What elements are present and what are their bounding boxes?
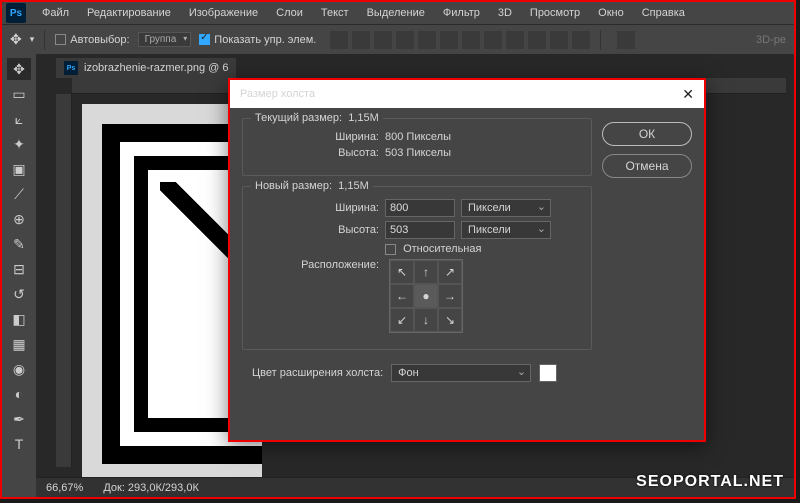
autoselect-target-select[interactable]: Группа xyxy=(138,32,192,47)
dialog-title: Размер холста xyxy=(240,88,315,100)
menu-bar: Ps Файл Редактирование Изображение Слои … xyxy=(2,2,794,24)
menu-text[interactable]: Текст xyxy=(313,4,357,22)
new-width-label: Ширина: xyxy=(253,202,379,214)
menu-image[interactable]: Изображение xyxy=(181,4,266,22)
history-brush-tool[interactable]: ↺ xyxy=(7,283,31,305)
move-tool-icon: ✥ xyxy=(10,31,22,48)
anchor-grid[interactable]: ↖↑↗ ←●→ ↙↓↘ xyxy=(389,259,463,333)
anchor-nw[interactable]: ↖ xyxy=(390,260,414,284)
magic-wand-tool[interactable]: ✦ xyxy=(7,133,31,155)
align-icon[interactable] xyxy=(440,31,458,49)
extension-color-swatch[interactable] xyxy=(539,364,557,382)
align-icon[interactable] xyxy=(484,31,502,49)
align-icon[interactable] xyxy=(396,31,414,49)
document-filename: izobrazhenie-razmer.png @ 6 xyxy=(84,62,228,74)
distribute-icon[interactable] xyxy=(617,31,635,49)
lasso-tool[interactable]: ⟀ xyxy=(7,108,31,130)
canvas-size-dialog: Размер холста ✕ Текущий размер: 1,15M Ши… xyxy=(228,78,706,442)
zoom-level[interactable]: 66,67% xyxy=(46,482,83,494)
dialog-titlebar[interactable]: Размер холста ✕ xyxy=(230,80,704,108)
ok-button[interactable]: ОК xyxy=(602,122,692,146)
current-height-label: Высота: xyxy=(253,147,379,159)
menu-3d[interactable]: 3D xyxy=(490,4,520,22)
clone-stamp-tool[interactable]: ⊟ xyxy=(7,258,31,280)
align-icon[interactable] xyxy=(550,31,568,49)
cancel-button[interactable]: Отмена xyxy=(602,154,692,178)
chevron-down-icon[interactable]: ▾ xyxy=(30,34,35,45)
autoselect-checkbox[interactable]: Автовыбор: xyxy=(55,34,129,46)
ps-file-icon: Ps xyxy=(64,61,78,75)
vertical-ruler[interactable] xyxy=(56,94,72,467)
watermark: SEOPORTAL.NET xyxy=(636,473,784,491)
anchor-e[interactable]: → xyxy=(438,284,462,308)
current-width-label: Ширина: xyxy=(253,131,379,143)
anchor-sw[interactable]: ↙ xyxy=(390,308,414,332)
move-tool[interactable]: ✥ xyxy=(7,58,31,80)
relative-checkbox[interactable]: Относительная xyxy=(385,243,481,255)
align-icon[interactable] xyxy=(330,31,348,49)
mode-3d-label[interactable]: 3D-ре xyxy=(756,34,786,46)
menu-select[interactable]: Выделение xyxy=(359,4,433,22)
anchor-se[interactable]: ↘ xyxy=(438,308,462,332)
menu-file[interactable]: Файл xyxy=(34,4,77,22)
eyedropper-tool[interactable]: ⟋ xyxy=(7,183,31,205)
options-bar: ✥ ▾ Автовыбор: Группа Показать упр. элем… xyxy=(2,24,794,54)
align-icon[interactable] xyxy=(528,31,546,49)
brush-tool[interactable]: ✎ xyxy=(7,233,31,255)
marquee-tool[interactable]: ▭ xyxy=(7,83,31,105)
crop-tool[interactable]: ▣ xyxy=(7,158,31,180)
menu-edit[interactable]: Редактирование xyxy=(79,4,179,22)
menu-filter[interactable]: Фильтр xyxy=(435,4,488,22)
width-unit-select[interactable]: Пиксели xyxy=(461,199,551,217)
align-icon[interactable] xyxy=(572,31,590,49)
blur-tool[interactable]: ◉ xyxy=(7,358,31,380)
anchor-n[interactable]: ↑ xyxy=(414,260,438,284)
gradient-tool[interactable]: ▦ xyxy=(7,333,31,355)
tools-panel: ✥ ▭ ⟀ ✦ ▣ ⟋ ⊕ ✎ ⊟ ↺ ◧ ▦ ◉ ◐ ✒ T xyxy=(2,54,36,497)
current-width-value: 800 Пикселы xyxy=(385,131,451,143)
align-icon[interactable] xyxy=(374,31,392,49)
show-controls-checkbox[interactable]: Показать упр. элем. xyxy=(199,34,316,46)
close-icon[interactable]: ✕ xyxy=(682,86,694,103)
anchor-center[interactable]: ● xyxy=(414,284,438,308)
current-height-value: 503 Пикселы xyxy=(385,147,451,159)
extension-color-select[interactable]: Фон xyxy=(391,364,531,382)
eraser-tool[interactable]: ◧ xyxy=(7,308,31,330)
anchor-w[interactable]: ← xyxy=(390,284,414,308)
align-icon[interactable] xyxy=(462,31,480,49)
extension-color-label: Цвет расширения холста: xyxy=(252,367,383,379)
anchor-ne[interactable]: ↗ xyxy=(438,260,462,284)
healing-brush-tool[interactable]: ⊕ xyxy=(7,208,31,230)
align-icon[interactable] xyxy=(506,31,524,49)
doc-size[interactable]: Док: 293,0К/293,0К xyxy=(103,482,199,494)
new-height-label: Высота: xyxy=(253,224,379,236)
anchor-label: Расположение: xyxy=(253,259,379,271)
pen-tool[interactable]: ✒ xyxy=(7,408,31,430)
new-size-group: Новый размер: 1,15M Ширина: Пиксели Высо… xyxy=(242,186,592,350)
align-icon[interactable] xyxy=(418,31,436,49)
app-logo: Ps xyxy=(6,3,26,23)
menu-layers[interactable]: Слои xyxy=(268,4,311,22)
menu-view[interactable]: Просмотр xyxy=(522,4,588,22)
menu-help[interactable]: Справка xyxy=(634,4,693,22)
type-tool[interactable]: T xyxy=(7,433,31,455)
height-input[interactable] xyxy=(385,221,455,239)
dodge-tool[interactable]: ◐ xyxy=(7,383,31,405)
align-buttons xyxy=(330,31,590,49)
menu-window[interactable]: Окно xyxy=(590,4,632,22)
current-size-group: Текущий размер: 1,15M Ширина:800 Пикселы… xyxy=(242,118,592,176)
anchor-s[interactable]: ↓ xyxy=(414,308,438,332)
width-input[interactable] xyxy=(385,199,455,217)
align-icon[interactable] xyxy=(352,31,370,49)
document-tab[interactable]: Ps izobrazhenie-razmer.png @ 6 xyxy=(56,58,236,78)
height-unit-select[interactable]: Пиксели xyxy=(461,221,551,239)
